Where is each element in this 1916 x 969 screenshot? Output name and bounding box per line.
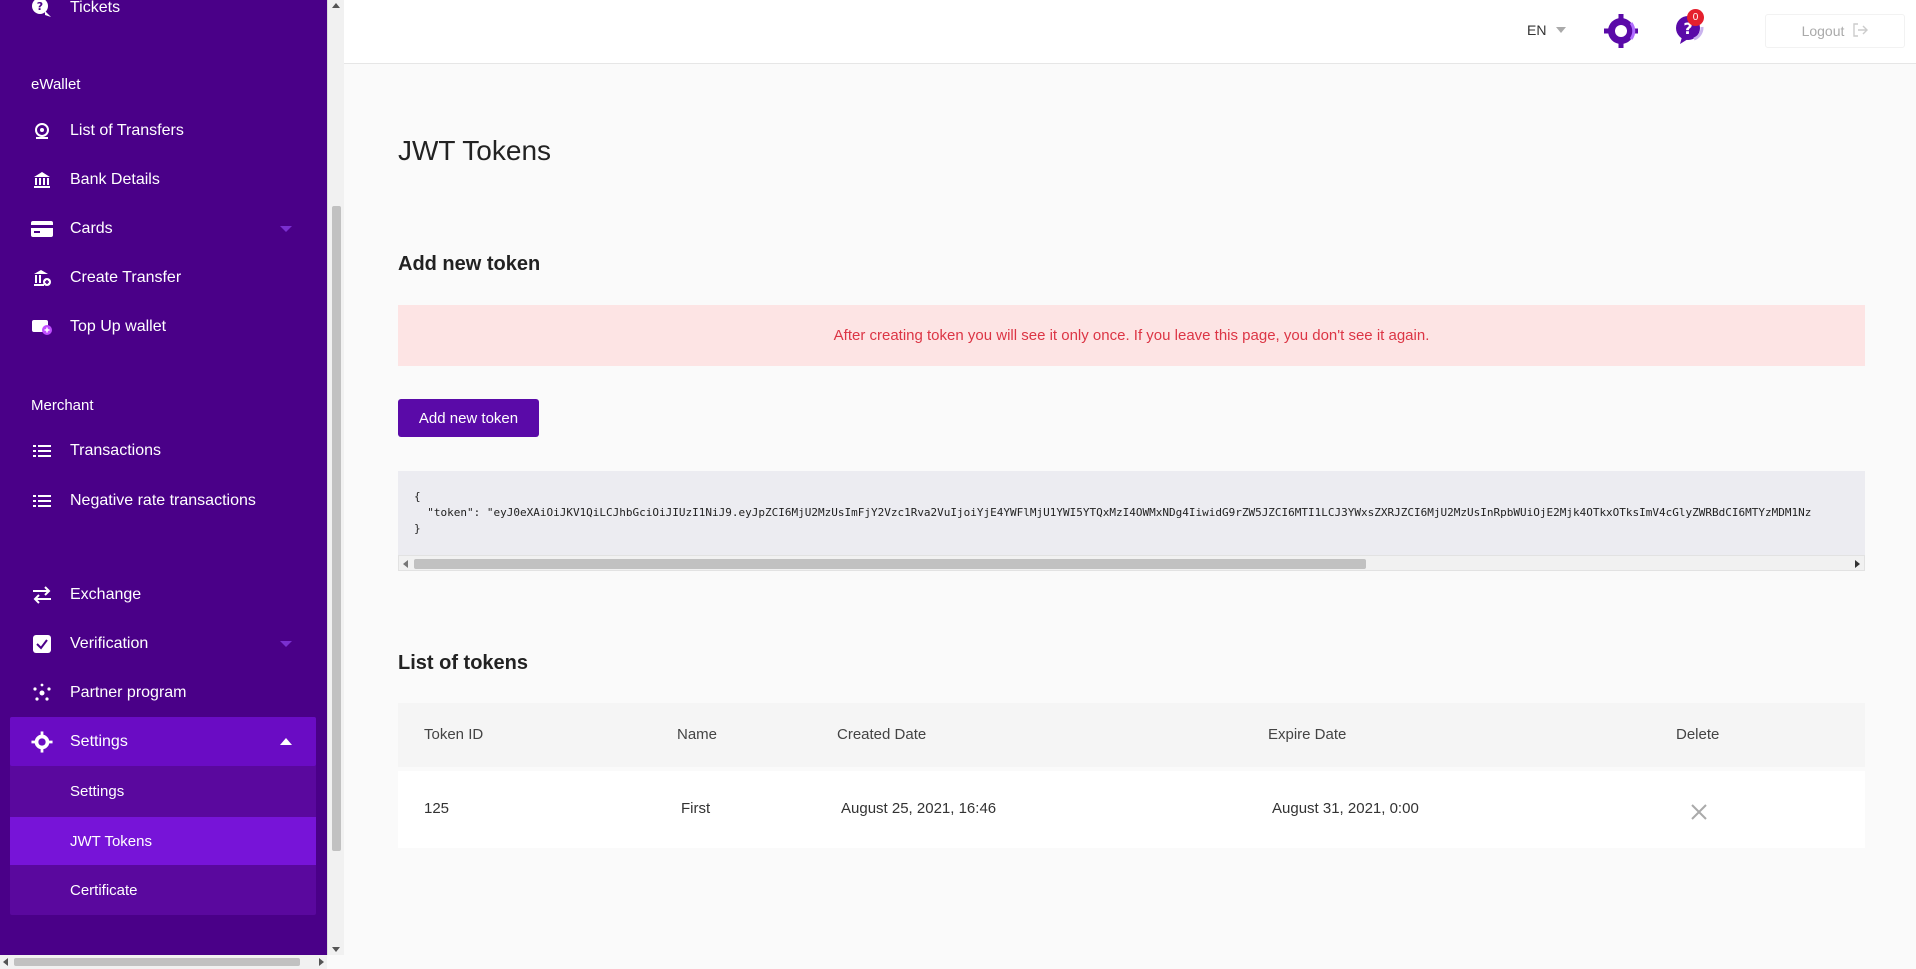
- scroll-right-arrow-icon[interactable]: [319, 958, 324, 966]
- create-transfer-icon: [31, 267, 53, 289]
- sidebar-item-cards[interactable]: Cards: [0, 204, 327, 253]
- sidebar-item-negative-rate-transactions[interactable]: Negative rate transactions: [0, 476, 327, 525]
- help-chat-icon: ?: [31, 0, 53, 19]
- chevron-down-icon[interactable]: [280, 640, 292, 647]
- sidebar-subitem-label: Certificate: [70, 881, 138, 899]
- checkbox-icon: [31, 633, 53, 655]
- sidebar-item-tickets[interactable]: ? Tickets: [0, 0, 327, 32]
- sidebar-item-label: Transactions: [70, 441, 161, 459]
- chevron-up-icon[interactable]: [280, 738, 292, 745]
- sidebar-item-settings[interactable]: Settings: [0, 717, 327, 766]
- language-selector[interactable]: EN: [1527, 22, 1567, 38]
- sidebar-vertical-scrollbar[interactable]: [327, 0, 344, 955]
- token-list-heading: List of tokens: [398, 652, 529, 674]
- sidebar-item-label: Cards: [70, 219, 113, 237]
- cell-created-date: August 25, 2021, 16:46: [841, 800, 997, 817]
- add-new-token-button[interactable]: Add new token: [398, 399, 539, 437]
- scroll-right-arrow-icon[interactable]: [1855, 560, 1860, 568]
- sidebar-subitem-settings[interactable]: Settings: [10, 767, 316, 815]
- sidebar-item-label: Bank Details: [70, 170, 160, 188]
- cell-token-id: 125: [424, 800, 450, 817]
- cell-name: First: [681, 800, 711, 817]
- notification-count-badge: 0: [1687, 9, 1704, 26]
- page-title: JWT Tokens: [398, 135, 552, 166]
- sidebar-subitem-label: Settings: [70, 782, 125, 800]
- sidebar-item-label: Create Transfer: [70, 268, 182, 286]
- warning-alert: After creating token you will see it onl…: [398, 305, 1865, 366]
- column-header-expire-date: Expire Date: [1268, 726, 1347, 743]
- column-header-name: Name: [677, 726, 718, 743]
- sidebar-item-bank-details[interactable]: Bank Details: [0, 155, 327, 204]
- sidebar-item-transactions[interactable]: Transactions: [0, 426, 327, 475]
- table-row: 125 First August 25, 2021, 16:46 August …: [398, 771, 1865, 848]
- sidebar-item-label: Verification: [70, 634, 149, 652]
- bank-icon: [31, 169, 53, 191]
- delete-token-button[interactable]: [1689, 802, 1709, 822]
- json-close-brace: }: [414, 522, 421, 535]
- chevron-down-icon: [1556, 27, 1567, 33]
- sidebar-subitem-label: JWT Tokens: [70, 832, 152, 850]
- list-icon: [31, 440, 53, 462]
- sidebar-subitem-jwt-tokens[interactable]: JWT Tokens: [10, 817, 316, 865]
- tokens-table-header: Token ID Name Created Date Expire Date D…: [398, 703, 1865, 767]
- close-icon: [1691, 804, 1707, 820]
- sidebar: ? Tickets eWallet List of Transfers Bank…: [0, 0, 327, 969]
- list-icon: [31, 490, 53, 512]
- sidebar-item-label: List of Transfers: [70, 121, 184, 139]
- sidebar-item-verification[interactable]: Verification: [0, 619, 327, 668]
- cell-expire-date: August 31, 2021, 0:00: [1272, 800, 1419, 817]
- scrollbar-thumb[interactable]: [332, 206, 341, 851]
- sidebar-item-label: Tickets: [70, 0, 121, 16]
- section-merchant: Merchant: [31, 397, 94, 414]
- scroll-left-arrow-icon[interactable]: [3, 958, 8, 966]
- sidebar-item-top-up-wallet[interactable]: Top Up wallet: [0, 302, 327, 351]
- wallet-plus-icon: [31, 316, 53, 338]
- sidebar-horizontal-scrollbar[interactable]: [0, 955, 327, 969]
- card-icon: [31, 218, 53, 240]
- sidebar-item-label: Settings: [70, 732, 128, 750]
- sidebar-item-label: Top Up wallet: [70, 317, 167, 335]
- logout-label: Logout: [1801, 23, 1845, 39]
- sidebar-subitem-certificate[interactable]: Certificate: [10, 866, 316, 914]
- sidebar-item-create-transfer[interactable]: Create Transfer: [0, 253, 327, 302]
- column-header-delete: Delete: [1676, 726, 1720, 743]
- sidebar-item-exchange[interactable]: Exchange: [0, 570, 327, 619]
- scroll-left-arrow-icon[interactable]: [403, 560, 408, 568]
- section-ewallet: eWallet: [31, 76, 81, 93]
- token-json: { "token": "eyJ0eXAiOiJKV1QiLCJhbGciOiJI…: [414, 489, 1811, 537]
- column-header-created-date: Created Date: [837, 726, 927, 743]
- json-open-brace: {: [414, 490, 421, 503]
- settings-gear-icon[interactable]: [1603, 13, 1639, 49]
- sidebar-item-label: Exchange: [70, 585, 142, 603]
- column-header-token-id: Token ID: [424, 726, 484, 743]
- sidebar-item-label: Negative rate transactions: [70, 491, 256, 509]
- svg-text:?: ?: [37, 0, 43, 13]
- logout-icon: [1852, 22, 1869, 41]
- scroll-down-arrow-icon[interactable]: [332, 947, 340, 952]
- scrollbar-thumb[interactable]: [414, 559, 1366, 569]
- network-icon: [31, 682, 53, 704]
- logout-button[interactable]: Logout: [1765, 14, 1905, 48]
- sidebar-item-label: Partner program: [70, 683, 187, 701]
- add-token-heading: Add new token: [398, 253, 541, 275]
- sidebar-item-partner-program[interactable]: Partner program: [0, 668, 327, 717]
- scrollbar-thumb[interactable]: [14, 958, 300, 966]
- alert-text: After creating token you will see it onl…: [833, 327, 1430, 344]
- exchange-arrows-icon: [31, 584, 53, 606]
- scroll-up-arrow-icon[interactable]: [332, 3, 340, 8]
- chevron-down-icon[interactable]: [280, 225, 292, 232]
- token-value: "token": "eyJ0eXAiOiJKV1QiLCJhbGciOiJIUz…: [414, 506, 1812, 519]
- language-value: EN: [1527, 22, 1547, 38]
- gear-icon: [31, 730, 53, 753]
- sidebar-item-list-of-transfers[interactable]: List of Transfers: [0, 106, 327, 155]
- token-box-horizontal-scrollbar[interactable]: [398, 555, 1865, 571]
- transfers-list-icon: [31, 120, 53, 142]
